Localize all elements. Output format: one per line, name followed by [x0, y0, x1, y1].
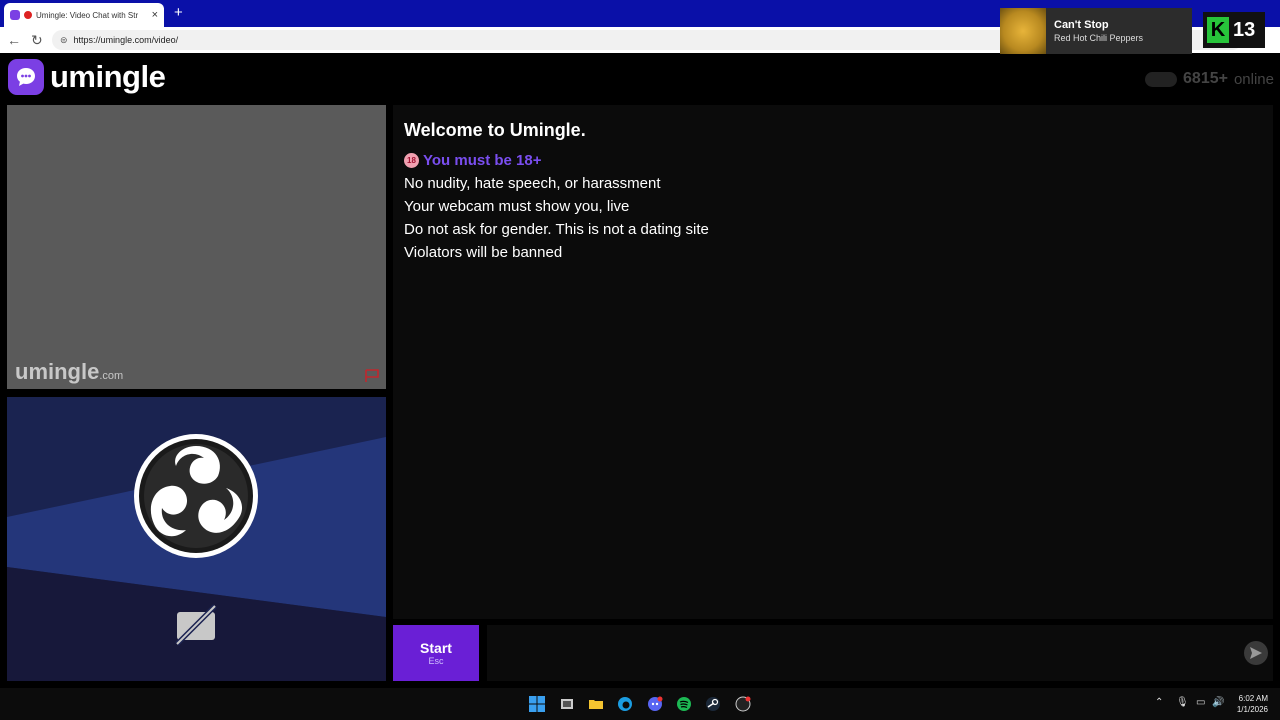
system-clock[interactable]: 6:02 AM 1/1/2026: [1228, 693, 1268, 715]
chat-panel: Welcome to Umingle. 18 You must be 18+ N…: [393, 105, 1273, 619]
obs-logo-icon: [134, 434, 258, 558]
age-notice-text: You must be 18+: [423, 152, 542, 169]
adult-only-icon: 18: [404, 153, 419, 168]
send-icon: [1250, 647, 1262, 659]
song-title: Can't Stop: [1054, 19, 1109, 31]
local-video: [7, 397, 386, 681]
message-input[interactable]: [487, 625, 1273, 681]
taskbar: ⌃ 🎙 ▭ 🔊 6:02 AM 1/1/2026: [0, 688, 1280, 720]
spotify-icon[interactable]: [675, 695, 693, 713]
start-label: Start: [420, 640, 452, 656]
stream-overlay-badge: K 13: [1203, 12, 1265, 48]
rule-line: Do not ask for gender. This is not a dat…: [404, 221, 709, 238]
logo-text: umingle: [50, 59, 166, 94]
volume-icon[interactable]: 🔊: [1212, 697, 1224, 708]
steam-icon[interactable]: [704, 695, 722, 713]
microphone-icon[interactable]: 🎙: [1176, 697, 1189, 708]
rule-line: Your webcam must show you, live: [404, 198, 630, 215]
new-tab-button[interactable]: +: [174, 4, 183, 21]
online-label: online: [1233, 70, 1274, 88]
recording-indicator-icon: [24, 11, 32, 19]
watermark-suffix: .com: [99, 370, 124, 382]
flag-icon[interactable]: [364, 369, 380, 383]
start-shortcut: Esc: [428, 656, 444, 666]
clock-time: 6:02 AM: [1238, 694, 1268, 703]
browser-tab[interactable]: Umingle: Video Chat with Str ×: [4, 3, 164, 27]
rule-line: Violators will be banned: [404, 244, 563, 261]
close-tab-icon[interactable]: ×: [152, 9, 158, 21]
album-art: [1000, 8, 1046, 54]
file-explorer-icon[interactable]: [587, 695, 605, 713]
clock-date: 1/1/2026: [1236, 705, 1268, 714]
site-logo[interactable]: umingle: [8, 59, 166, 95]
kick-logo-icon: K: [1207, 17, 1229, 43]
online-count: 6815+: [1183, 70, 1228, 87]
back-arrow-icon[interactable]: ←: [7, 32, 21, 48]
site-info-icon[interactable]: ⊜: [60, 35, 68, 46]
edge-browser-icon[interactable]: [616, 695, 634, 713]
task-view-icon[interactable]: [558, 695, 576, 713]
obs-taskbar-icon[interactable]: [734, 695, 752, 713]
start-button[interactable]: Start Esc: [393, 625, 479, 681]
rule-line: No nudity, hate speech, or harassment: [404, 175, 661, 192]
tray-overflow-icon[interactable]: ⌃: [1155, 697, 1163, 708]
send-button[interactable]: [1244, 641, 1268, 665]
chat-bubble-icon: [8, 59, 44, 95]
now-playing-widget: Can't Stop Red Hot Chili Peppers: [1000, 8, 1192, 54]
welcome-title: Welcome to Umingle.: [404, 120, 586, 140]
song-artist: Red Hot Chili Peppers: [1054, 33, 1144, 43]
watermark-text: umingle: [15, 359, 100, 384]
online-toggle-indicator: [1145, 71, 1178, 87]
age-notice: 18 You must be 18+: [404, 149, 1262, 172]
discord-icon[interactable]: [646, 695, 664, 713]
umingle-favicon-icon: [10, 10, 20, 20]
overlay-badge-number: 13: [1233, 18, 1256, 41]
network-icon[interactable]: ▭: [1196, 697, 1205, 708]
remote-video: umingle.com: [7, 105, 386, 389]
windows-start-icon[interactable]: [528, 695, 546, 713]
camera-off-icon[interactable]: [173, 602, 219, 648]
online-counter: 6815+ online: [1145, 70, 1274, 88]
url-text: https://umingle.com/video/: [73, 35, 179, 45]
reload-icon[interactable]: ↻: [31, 32, 43, 49]
tab-title: Umingle: Video Chat with Str: [36, 10, 139, 20]
watermark: umingle.com: [15, 359, 123, 385]
